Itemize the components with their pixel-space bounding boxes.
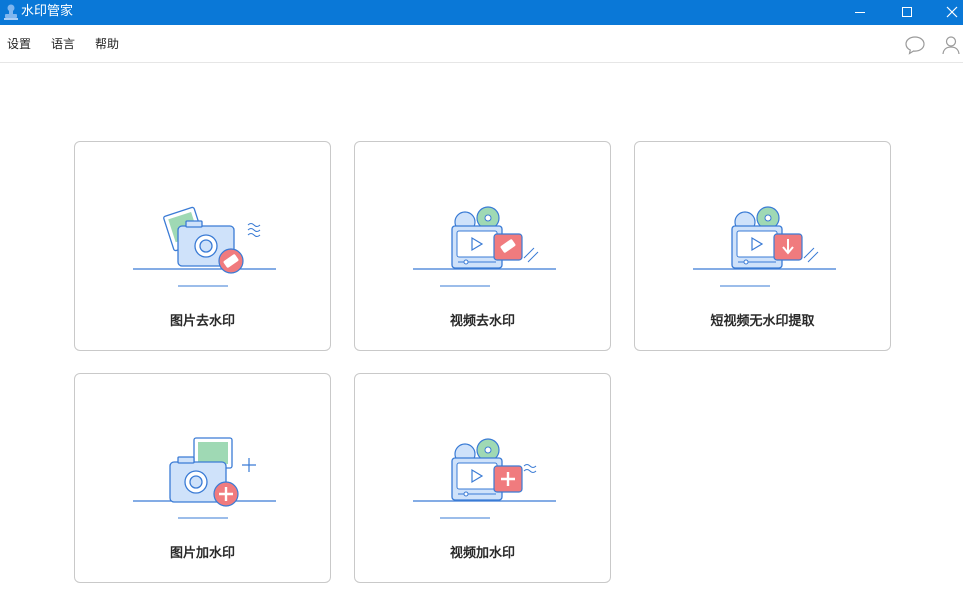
minimize-icon — [855, 12, 865, 13]
feature-label: 图片加水印 — [169, 546, 235, 561]
maximize-button[interactable] — [885, 0, 929, 25]
stamp-icon — [4, 4, 18, 20]
camera-add-icon — [133, 437, 276, 519]
user-icon[interactable] — [940, 34, 962, 56]
feature-card-video-add-watermark[interactable]: 视频加水印 — [354, 373, 611, 583]
menu-help[interactable]: 帮助 — [95, 37, 119, 51]
minimize-button[interactable] — [838, 0, 882, 25]
window-title: 水印管家 — [21, 4, 74, 19]
feature-card-short-video-extract[interactable]: 短视频无水印提取 — [634, 141, 891, 351]
title-bar: 水印管家 — [0, 0, 963, 25]
menu-bar: 设置 语言 帮助 — [0, 25, 963, 63]
feature-card-video-remove-watermark[interactable]: 视频去水印 — [354, 141, 611, 351]
menu-language[interactable]: 语言 — [51, 37, 75, 51]
menu-settings[interactable]: 设置 — [7, 37, 31, 51]
video-eraser-icon — [413, 206, 556, 287]
feature-label: 视频加水印 — [449, 546, 515, 561]
feature-label: 视频去水印 — [449, 314, 515, 329]
video-download-icon — [693, 206, 836, 287]
close-button[interactable] — [930, 0, 963, 25]
feature-label: 短视频无水印提取 — [710, 314, 815, 329]
close-icon — [946, 6, 958, 18]
camera-eraser-icon — [133, 206, 276, 287]
feature-card-image-remove-watermark[interactable]: 图片去水印 — [74, 141, 331, 351]
feature-card-image-add-watermark[interactable]: 图片加水印 — [74, 373, 331, 583]
chat-bubble-icon[interactable] — [904, 34, 926, 56]
maximize-icon — [902, 7, 912, 17]
feature-label: 图片去水印 — [169, 314, 235, 329]
video-add-icon — [413, 438, 556, 519]
